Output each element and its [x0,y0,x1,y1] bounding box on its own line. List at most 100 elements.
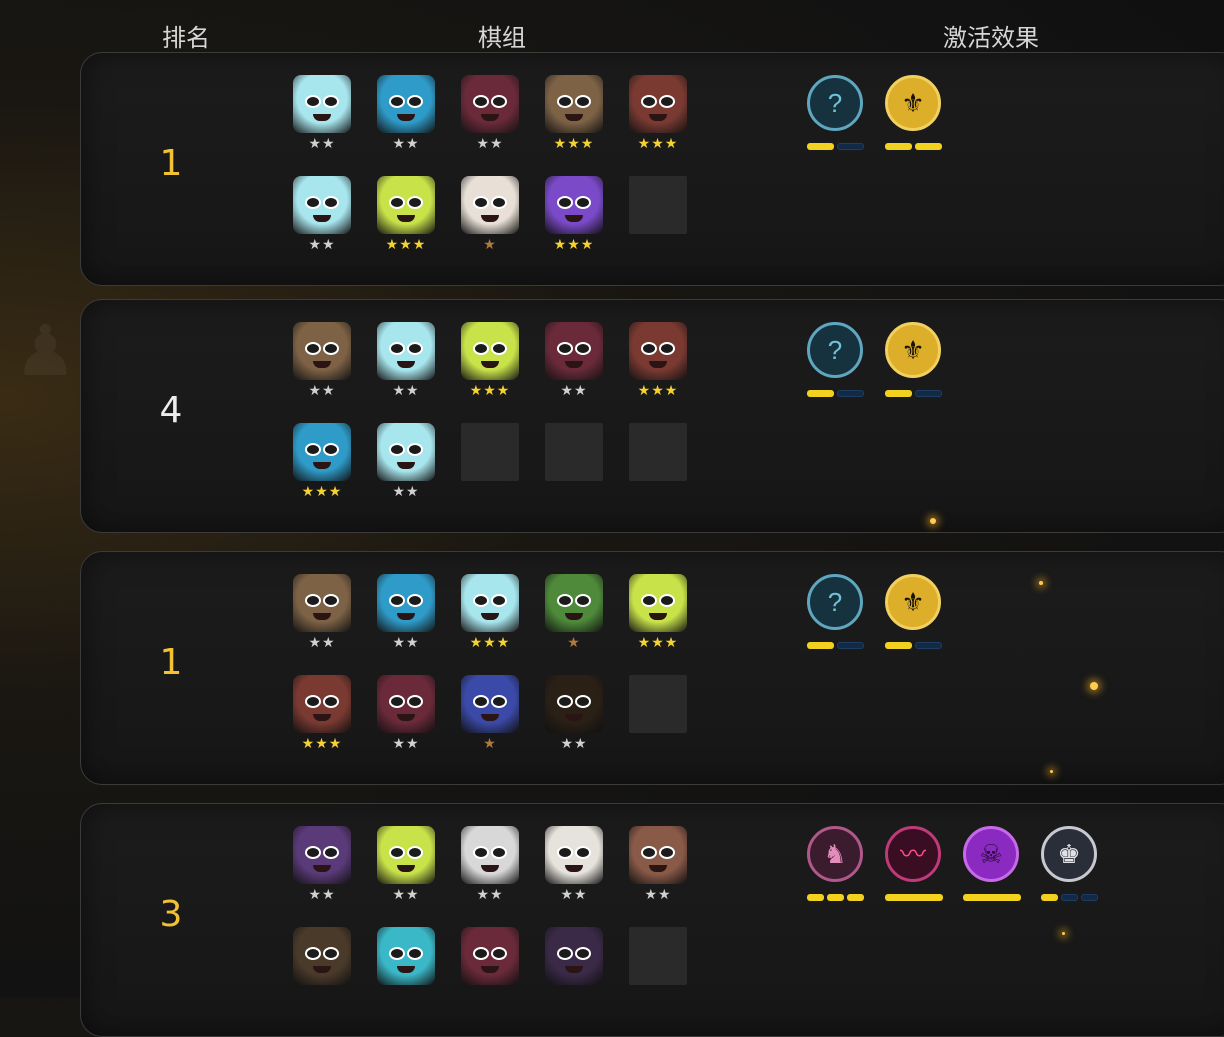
synergy-progress [885,390,942,398]
piece-portrait-icon [461,75,519,133]
synergy-progress [885,894,943,902]
star-level: ★★★ [637,634,679,650]
chess-piece[interactable] [461,927,519,1007]
chess-piece[interactable]: ★★ [545,675,603,755]
chess-piece[interactable]: ★★ [293,176,351,256]
chess-piece[interactable]: ★★ [293,574,351,654]
chess-piece[interactable]: ★★★ [293,423,351,503]
piece-portrait-icon [629,322,687,380]
empty-slot-tile [629,176,687,234]
chess-piece[interactable]: ★★ [293,826,351,906]
empty-slot [629,423,687,503]
chess-piece[interactable]: ★★ [377,675,435,755]
piece-portrait-icon [377,826,435,884]
piece-row: ★★★★★★★★★★★★ [293,322,713,423]
chess-piece[interactable]: ★★★ [545,176,603,256]
chess-piece[interactable]: ★★ [293,322,351,402]
chess-piece[interactable]: ★ [461,176,519,256]
team-pieces: ★★ ★★ ★★ ★★ ★★ [293,826,713,1028]
gold-emblem-icon: ⚜ [885,75,941,131]
mystery-rune-icon: ? [807,574,863,630]
star-level: ★★ [560,382,588,398]
chess-piece[interactable]: ★★ [377,826,435,906]
piece-portrait-icon [293,927,351,985]
piece-portrait-icon [461,176,519,234]
star-level: ★★ [308,886,336,902]
synergy-effect[interactable]: ⚜ [885,574,945,649]
synergy-effect[interactable]: 〰 [885,826,945,901]
piece-portrait-icon [545,322,603,380]
chess-piece[interactable] [545,927,603,1007]
chess-piece[interactable]: ★★ [461,826,519,906]
chess-piece[interactable]: ★★ [377,322,435,402]
chess-piece[interactable]: ★★★ [461,322,519,402]
star-level: ★★ [308,236,336,252]
empty-slot [461,423,519,503]
empty-slot-tile [629,423,687,481]
sparkle [930,518,936,524]
mystery-rune-icon: ? [807,322,863,378]
synergy-effect[interactable]: ♞ [807,826,867,901]
chess-piece[interactable]: ★★ [293,75,351,155]
piece-row: ★★★ ★★ [293,423,713,524]
chess-piece[interactable]: ★★ [377,75,435,155]
chess-piece[interactable]: ★★★ [293,675,351,755]
chess-piece[interactable]: ★★★ [629,322,687,402]
chess-piece[interactable]: ★★ [629,826,687,906]
synergy-effect[interactable]: ♚ [1041,826,1101,901]
chess-piece[interactable] [293,927,351,1007]
star-level: ★★★ [553,135,595,151]
chess-piece[interactable] [377,927,435,1007]
piece-portrait-icon [293,423,351,481]
piece-portrait-icon [293,574,351,632]
piece-row: ★★★ ★★ ★ ★★ [293,675,713,776]
chess-piece[interactable]: ★ [461,675,519,755]
chess-piece[interactable]: ★ [545,574,603,654]
star-level: ★★★ [553,236,595,252]
match-card[interactable]: 3 ★★ ★★ ★★ ★★ ★★ ♞ 〰 ☠ ♚ [80,803,1224,1037]
star-level: ★★ [560,735,588,751]
chess-piece[interactable]: ★★★ [629,75,687,155]
piece-portrait-icon [461,322,519,380]
chess-piece[interactable]: ★★ [461,75,519,155]
star-level: ★★ [392,634,420,650]
chess-piece[interactable]: ★★ [377,574,435,654]
piece-portrait-icon [545,826,603,884]
star-level: ★★ [476,886,504,902]
chess-piece[interactable]: ★★★ [377,176,435,256]
star-level: ★★ [392,886,420,902]
synergy-effect[interactable]: ? [807,574,867,649]
star-level: ★★ [308,634,336,650]
activated-effects: ? ⚜ [807,574,1224,664]
chess-piece[interactable]: ★★★ [545,75,603,155]
empty-slot-tile [461,423,519,481]
match-card[interactable]: 4 ★★ ★★ ★★★ ★★ ★★★ ★★★ ★★? ⚜ [80,299,1224,533]
chess-piece[interactable]: ★★ [377,423,435,503]
star-level: ★ [567,634,581,650]
star-level: ★★ [560,886,588,902]
match-card[interactable]: 1 ★★ ★★ ★★ ★★★ ★★★ ★★ ★★★ ★ ★★★? ⚜ [80,52,1224,286]
gold-emblem-icon: ⚜ [885,574,941,630]
synergy-effect[interactable]: ? [807,322,867,397]
piece-portrait-icon [293,176,351,234]
synergy-effect[interactable]: ☠ [963,826,1023,901]
team-pieces: ★★ ★★ ★★ ★★★ ★★★ ★★ ★★★ ★ ★★★ [293,75,713,277]
star-level: ★★ [392,135,420,151]
rank-value: 3 [159,894,183,935]
rank-value: 1 [159,143,183,184]
synergy-effect[interactable]: ⚜ [885,322,945,397]
chess-piece[interactable]: ★★★ [461,574,519,654]
chess-piece[interactable]: ★★ [545,322,603,402]
empty-slot-tile [545,423,603,481]
star-level: ★★★ [385,236,427,252]
piece-row: ★★ ★★★ ★ ★★★ [293,176,713,277]
chess-piece[interactable]: ★★ [545,826,603,906]
chess-piece[interactable]: ★★★ [629,574,687,654]
synergy-effect[interactable]: ⚜ [885,75,945,150]
piece-portrait-icon [461,574,519,632]
activated-effects: ? ⚜ [807,322,1224,412]
synergy-effect[interactable]: ? [807,75,867,150]
match-card[interactable]: 1 ★★ ★★ ★★★ ★ ★★★ ★★★ ★★ ★ ★★? ⚜ [80,551,1224,785]
synergy-progress [807,390,864,398]
piece-row: ★★★★★★★★★★★★ [293,75,713,176]
